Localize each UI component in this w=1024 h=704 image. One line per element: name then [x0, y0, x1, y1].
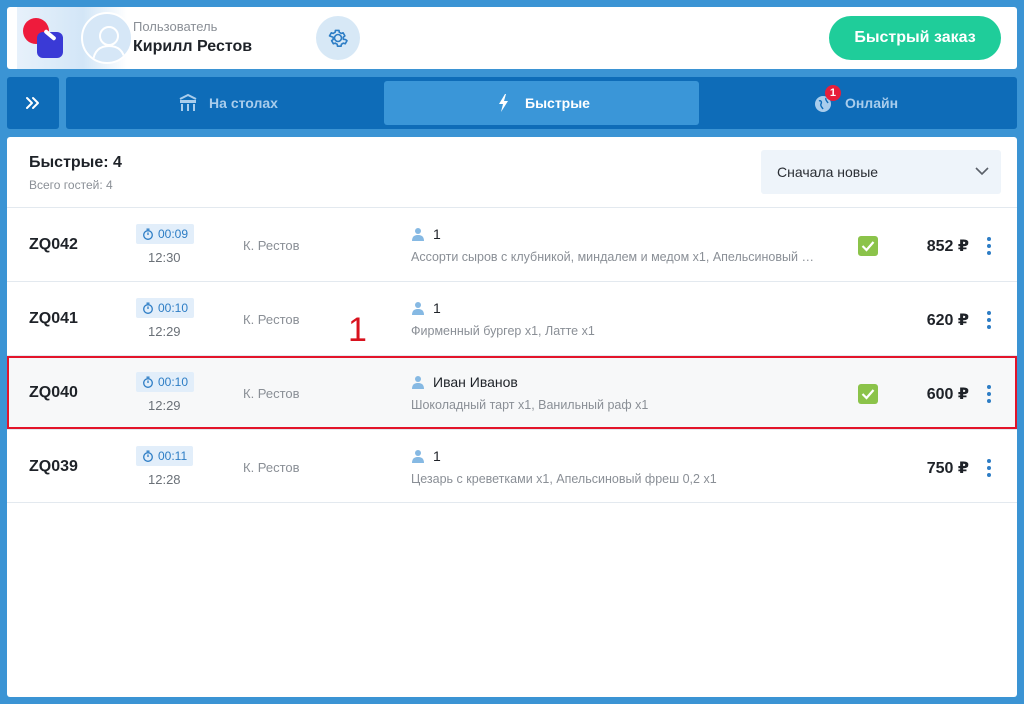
tab-online[interactable]: 1 Онлайн — [698, 81, 1013, 125]
order-price: 600 ₽ — [926, 386, 969, 403]
double-chevron-right-icon — [26, 97, 39, 109]
checkmark-icon — [861, 241, 875, 252]
order-id: ZQ040 — [29, 384, 78, 401]
paid-checkbox[interactable] — [858, 384, 878, 404]
tables-icon — [177, 93, 199, 113]
tab-quick[interactable]: Быстрые — [384, 81, 699, 125]
order-id: ZQ039 — [29, 458, 78, 475]
order-time: 12:29 — [148, 398, 181, 413]
order-timer: 00:10 — [136, 372, 195, 392]
timer-value: 00:09 — [158, 227, 189, 241]
user-name: Кирилл Рестов — [133, 38, 253, 55]
paid-checkbox[interactable] — [858, 236, 878, 256]
stopwatch-icon — [143, 376, 153, 388]
guest-info: 1 — [411, 448, 441, 464]
annotation-number: 1 — [348, 311, 367, 349]
timer-value: 00:11 — [158, 449, 188, 463]
person-icon — [412, 450, 424, 463]
tab-quick-label: Быстрые — [525, 95, 590, 111]
order-timer: 00:10 — [136, 298, 195, 318]
order-price: 750 ₽ — [926, 460, 969, 477]
guest-info: 1 — [411, 300, 441, 316]
guest-info: Иван Иванов — [411, 374, 518, 390]
checkmark-icon — [861, 389, 875, 400]
user-label: Пользователь — [133, 19, 218, 34]
sort-dropdown[interactable]: Сначала новые — [761, 150, 1001, 194]
order-items: Фирменный бургер x1, Латте x1 — [411, 324, 595, 338]
lightning-icon — [493, 93, 515, 113]
waiter-name: К. Рестов — [243, 460, 300, 475]
tab-tables-label: На столах — [209, 95, 278, 111]
order-items: Ассорти сыров с клубникой, миндалем и ме… — [411, 250, 817, 264]
gear-icon — [328, 29, 348, 47]
order-tabs: На столах Быстрые 1 Онлайн — [66, 77, 1017, 129]
order-items: Шоколадный тарт x1, Ванильный раф x1 — [411, 398, 649, 412]
order-row[interactable]: ZQ039 00:11 12:28 К. Рестов 1 Цезарь с к… — [7, 429, 1017, 503]
orders-list: ZQ042 00:09 12:30 К. Рестов 1 Ассорти сы… — [7, 207, 1017, 503]
order-row[interactable]: ZQ041 00:10 12:29 К. Рестов 1 Фирменный … — [7, 281, 1017, 355]
timer-value: 00:10 — [158, 301, 189, 315]
online-badge: 1 — [824, 85, 841, 101]
user-silhouette-icon — [92, 26, 126, 62]
sort-selected-value: Сначала новые — [777, 164, 879, 180]
more-options-button[interactable] — [981, 380, 997, 408]
quick-order-button[interactable]: Быстрый заказ — [829, 16, 1001, 60]
expand-sidebar-button[interactable] — [7, 77, 59, 129]
order-id: ZQ041 — [29, 310, 78, 327]
person-icon — [412, 302, 424, 315]
order-id: ZQ042 — [29, 236, 78, 253]
timer-value: 00:10 — [158, 375, 189, 389]
order-timer: 00:11 — [136, 446, 194, 466]
stopwatch-icon — [143, 450, 153, 462]
stopwatch-icon — [143, 302, 153, 314]
guest-name: 1 — [433, 448, 441, 464]
more-options-button[interactable] — [981, 454, 997, 482]
globe-icon: 1 — [813, 85, 841, 113]
waiter-name: К. Рестов — [243, 238, 300, 253]
settings-button[interactable] — [316, 16, 360, 60]
order-price: 852 ₽ — [926, 238, 969, 255]
more-options-button[interactable] — [981, 232, 997, 260]
order-row[interactable]: ZQ042 00:09 12:30 К. Рестов 1 Ассорти сы… — [7, 207, 1017, 281]
order-time: 12:28 — [148, 472, 181, 487]
order-time: 12:29 — [148, 324, 181, 339]
order-row-highlighted[interactable]: ZQ040 00:10 12:29 К. Рестов Иван Иванов … — [7, 355, 1017, 429]
chevron-down-icon — [975, 167, 989, 176]
avatar[interactable] — [81, 12, 133, 64]
app-header: Пользователь Кирилл Рестов Быстрый заказ — [7, 7, 1017, 69]
guest-name: 1 — [433, 300, 441, 316]
guest-info: 1 — [411, 226, 441, 242]
waiter-name: К. Рестов — [243, 386, 300, 401]
order-price: 620 ₽ — [926, 312, 969, 329]
guest-name: Иван Иванов — [433, 374, 518, 390]
list-title: Быстрые: 4 — [29, 154, 122, 171]
waiter-name: К. Рестов — [243, 312, 300, 327]
tab-online-label: Онлайн — [844, 95, 899, 111]
order-items: Цезарь с креветками x1, Апельсиновый фре… — [411, 472, 717, 486]
guest-name: 1 — [433, 226, 441, 242]
order-timer: 00:09 — [136, 224, 195, 244]
orders-panel: Быстрые: 4 Всего гостей: 4 Сначала новые… — [7, 137, 1017, 697]
person-icon — [412, 376, 424, 389]
person-icon — [412, 228, 424, 241]
stopwatch-icon — [143, 228, 153, 240]
order-time: 12:30 — [148, 250, 181, 265]
more-options-button[interactable] — [981, 306, 997, 334]
tab-tables[interactable]: На столах — [70, 81, 385, 125]
guest-count: Всего гостей: 4 — [29, 178, 113, 192]
